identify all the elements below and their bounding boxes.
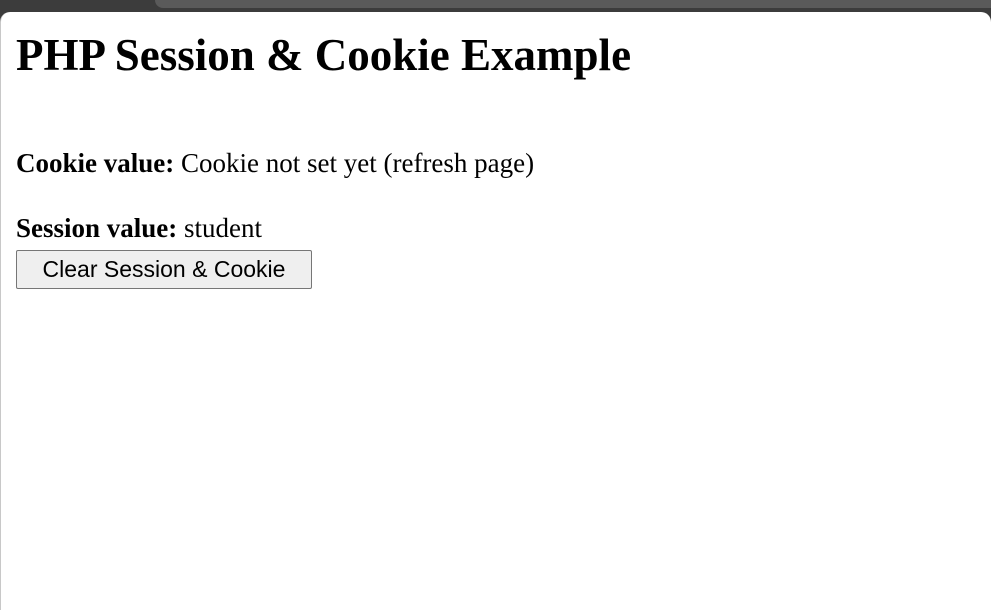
cookie-row: Cookie value: Cookie not set yet (refres… [16,147,534,179]
session-value: student [184,213,263,243]
cookie-value: Cookie not set yet (refresh page) [181,148,535,178]
page-viewport: PHP Session & Cookie Example Cookie valu… [0,12,991,610]
browser-tab-strip [155,0,991,8]
cookie-label: Cookie value: [16,148,175,178]
clear-session-cookie-button[interactable]: Clear Session & Cookie [16,250,312,289]
session-row: Session value: student [16,212,262,244]
page-title: PHP Session & Cookie Example [16,30,632,80]
session-label: Session value: [16,213,178,243]
